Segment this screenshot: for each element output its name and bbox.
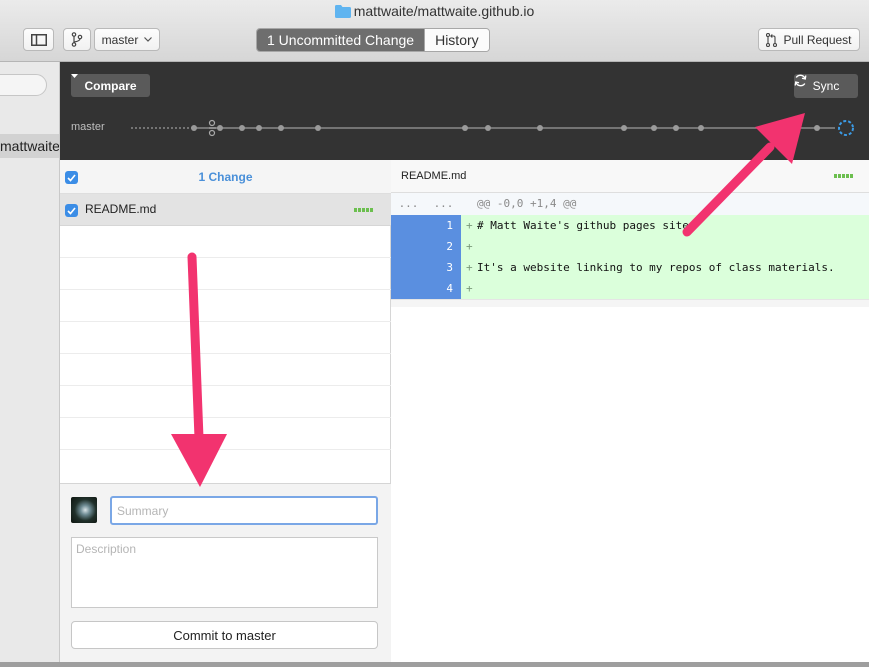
line-number: 3 [426, 257, 461, 278]
line-number: 4 [426, 278, 461, 299]
commit-dot[interactable] [462, 125, 468, 131]
commit-summary-input[interactable] [110, 496, 378, 525]
sidebar-icon [30, 33, 47, 46]
pull-request-icon [766, 32, 778, 47]
window-title-bar: mattwaite/mattwaite.github.io [0, 3, 869, 21]
changes-header: 1 Change [60, 160, 391, 194]
hunk-text: @@ -0,0 +1,4 @@ [477, 197, 577, 210]
diffstat-bar [834, 174, 853, 178]
commit-dot[interactable] [217, 125, 223, 131]
tab-uncommitted-changes[interactable]: 1 Uncommitted Change [257, 29, 425, 51]
commit-dot[interactable] [537, 125, 543, 131]
empty-row [60, 322, 391, 354]
uncommitted-change-marker [838, 120, 854, 136]
chevron-down-icon [144, 37, 153, 42]
line-code: It's a website linking to my repos of cl… [477, 261, 835, 274]
timeline-track [131, 119, 854, 137]
empty-row [60, 386, 391, 418]
avatar [71, 497, 97, 523]
line-number: 1 [426, 215, 461, 236]
hunk-gutter-new: ... [433, 197, 454, 210]
commit-dot[interactable] [673, 125, 679, 131]
changes-panel: 1 Change README.md Commit to master [60, 160, 391, 667]
create-branch-button[interactable] [63, 28, 91, 51]
diff-hunk-header: ... ... @@ -0,0 +1,4 @@ [391, 193, 869, 215]
commit-dot[interactable] [278, 125, 284, 131]
window-bottom-edge [0, 662, 869, 667]
file-checkbox[interactable] [65, 204, 78, 217]
diff-line[interactable]: 3 + It's a website linking to my repos o… [391, 257, 869, 278]
commit-dot[interactable] [651, 125, 657, 131]
line-gutter-old [391, 278, 426, 299]
line-gutter-old [391, 215, 426, 236]
sidebar-filter-input[interactable] [0, 74, 47, 96]
line-gutter-old [391, 257, 426, 278]
file-name: README.md [85, 202, 157, 216]
window-toolbar: mattwaite/mattwaite.github.io master 1 U… [0, 0, 869, 62]
diff-end-separator [391, 299, 869, 307]
added-marker: + [466, 219, 473, 232]
branch-icon [71, 32, 83, 47]
commit-dot[interactable] [814, 125, 820, 131]
empty-row [60, 258, 391, 290]
empty-row [60, 450, 391, 482]
merge-marker-icon [208, 119, 216, 137]
branch-select[interactable]: master [94, 28, 160, 51]
added-marker: + [466, 240, 473, 253]
diff-header: README.md [391, 160, 869, 193]
diff-line[interactable]: 1 + # Matt Waite's github pages site [391, 215, 869, 236]
view-tabs: 1 Uncommitted Change History [256, 28, 490, 52]
commit-dot[interactable] [191, 125, 197, 131]
hunk-gutter-old: ... [398, 197, 419, 210]
line-gutter-old [391, 236, 426, 257]
branch-select-value: master [101, 32, 139, 47]
diffstat-bar [354, 208, 373, 212]
toggle-sidebar-button[interactable] [23, 28, 54, 51]
commit-dot[interactable] [256, 125, 262, 131]
commit-dot[interactable] [698, 125, 704, 131]
commit-dot[interactable] [485, 125, 491, 131]
commit-description-input[interactable] [71, 537, 378, 608]
checkmark-icon [67, 206, 76, 215]
changes-count: 1 Change [198, 170, 253, 184]
sidebar-item-repository[interactable]: mattwaite.github.io [0, 134, 60, 158]
window-title: mattwaite/mattwaite.github.io [353, 3, 535, 19]
commit-dot[interactable] [239, 125, 245, 131]
diff-panel: README.md ... ... @@ -0,0 +1,4 @@ 1 + # … [391, 160, 869, 667]
line-number: 2 [426, 236, 461, 257]
folder-icon [334, 5, 351, 21]
diff-filename: README.md [401, 170, 467, 182]
diff-line[interactable]: 4 + [391, 278, 869, 299]
empty-row [60, 290, 391, 322]
commit-form: Commit to master [60, 483, 391, 667]
pull-request-button[interactable]: Pull Request [758, 28, 860, 51]
added-marker: + [466, 261, 473, 274]
repository-sidebar: mattwaite.github.io [0, 62, 60, 667]
sidebar-item-label: mattwaite.github.io [0, 138, 60, 154]
pull-request-label: Pull Request [783, 32, 852, 47]
tab-history[interactable]: History [424, 29, 489, 51]
diff-line[interactable]: 2 + [391, 236, 869, 257]
commit-button[interactable]: Commit to master [71, 621, 378, 649]
commit-dot[interactable] [315, 125, 321, 131]
commit-dot[interactable] [621, 125, 627, 131]
file-row[interactable]: README.md [60, 194, 391, 226]
commit-timeline: Compare Sync master [60, 62, 869, 160]
empty-row [60, 354, 391, 386]
added-marker: + [466, 282, 473, 295]
empty-row [60, 226, 391, 258]
empty-row [60, 418, 391, 450]
line-code: # Matt Waite's github pages site [477, 219, 689, 232]
